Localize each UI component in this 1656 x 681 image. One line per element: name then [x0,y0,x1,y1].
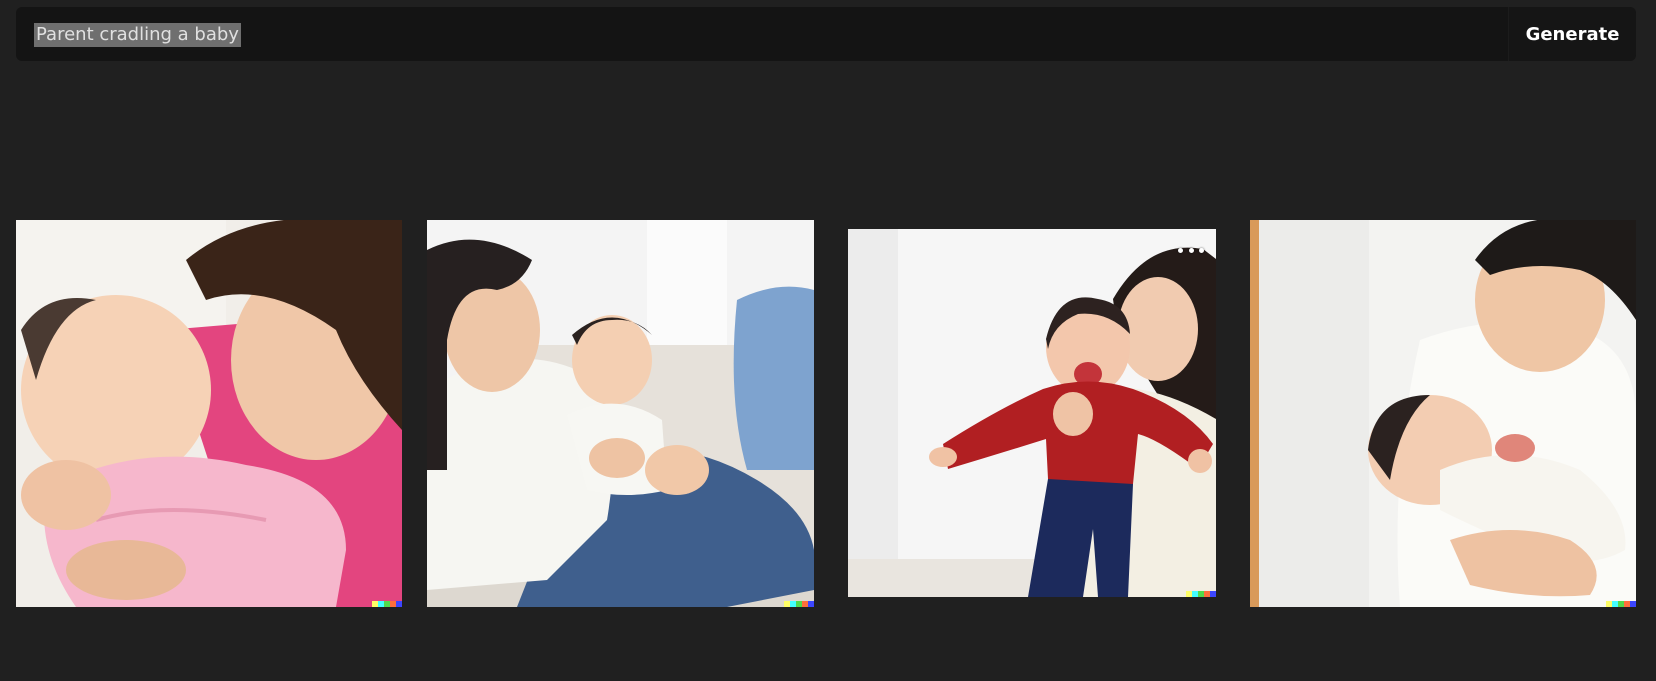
dalle-watermark [372,601,402,607]
more-horizontal-icon-dot [1199,247,1204,253]
result-image-1[interactable] [16,220,402,607]
more-horizontal-icon-dot [1188,247,1194,253]
result-image-4-picture [1250,220,1636,607]
prompt-text-selected: Parent cradling a baby [34,23,241,47]
result-image-3[interactable] [848,229,1216,597]
result-image-2-picture [427,220,814,607]
dalle-watermark [1186,591,1216,597]
result-image-3-picture [848,229,1216,597]
generate-button[interactable]: Generate [1508,7,1636,61]
image-gallery [0,0,1656,681]
more-options-button[interactable] [1178,243,1204,257]
prompt-input[interactable]: Parent cradling a baby [34,23,241,47]
result-image-2[interactable] [427,220,814,607]
result-image-1-picture [16,220,402,607]
result-image-4[interactable] [1250,220,1636,607]
dalle-watermark [1606,601,1636,607]
prompt-bar: Parent cradling a baby Generate [16,7,1636,61]
dalle-watermark [784,601,814,607]
more-horizontal-icon [1178,247,1183,253]
